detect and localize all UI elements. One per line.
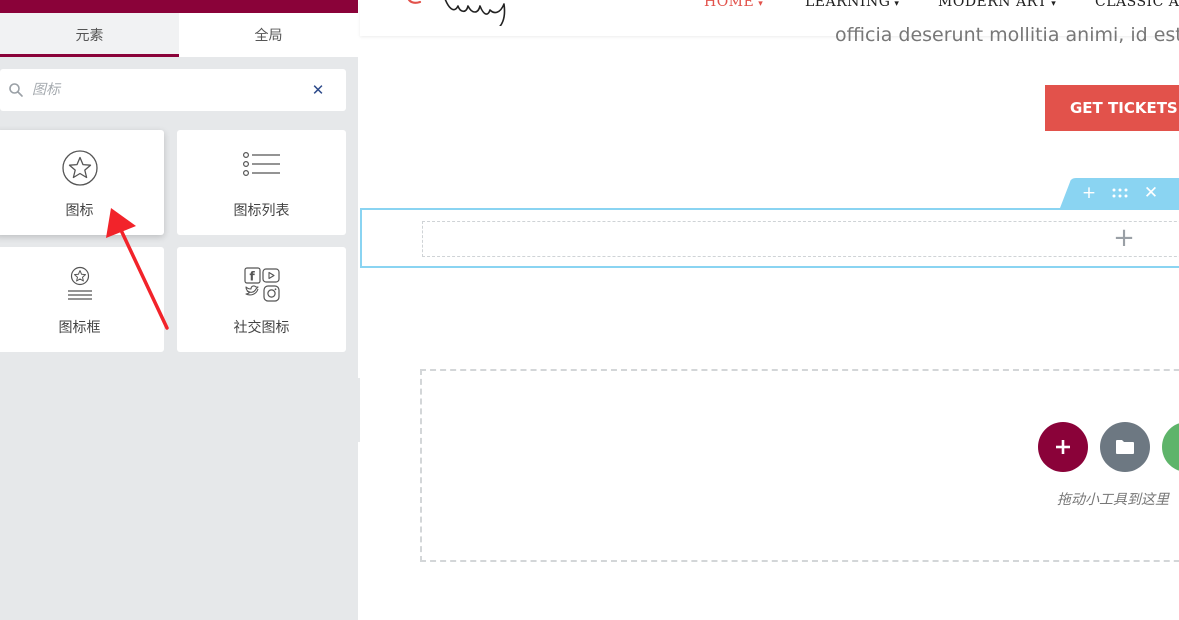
widget-label: 社交图标	[233, 320, 290, 336]
chevron-down-icon: ▾	[1051, 0, 1057, 9]
search-icon	[9, 83, 23, 97]
star-circle-icon	[61, 150, 98, 186]
get-tickets-button[interactable]: GET TICKETS	[1045, 85, 1179, 131]
delete-section-button[interactable]: ✕	[1140, 182, 1162, 204]
panel-header-bar	[0, 0, 358, 13]
nav-label: CLASSIC ART	[1095, 0, 1179, 10]
page-preview: HOME▾ LEARNING▾ MODERN ART▾ CLASSIC ART …	[360, 0, 1179, 620]
widget-panel: 元素 全局 ✕ 图标	[0, 0, 358, 620]
icon-box-icon	[67, 266, 92, 300]
add-widget-button[interactable]: +	[1111, 225, 1137, 251]
widget-social-icons[interactable]: f 社交图标	[177, 247, 346, 352]
widget-icon[interactable]: 图标	[0, 130, 164, 235]
nav-label: LEARNING	[805, 0, 891, 10]
widget-icon-box[interactable]: 图标框	[0, 247, 164, 352]
nav-home[interactable]: HOME ▾	[704, 0, 763, 10]
nav-label: HOME	[704, 0, 755, 10]
widget-label: 图标列表	[233, 203, 290, 219]
search-input[interactable]	[32, 69, 302, 111]
social-icons-icon: f	[243, 267, 280, 302]
list-icon	[242, 151, 280, 177]
hero-paragraph: officia deserunt mollitia animi, id est …	[835, 24, 1179, 46]
chevron-down-icon: ▾	[758, 0, 764, 9]
clear-search-button[interactable]: ✕	[308, 80, 328, 100]
editor-window: 元素 全局 ✕ 图标	[0, 0, 1179, 620]
selected-section[interactable]: +	[360, 208, 1179, 268]
add-section-dropzone[interactable]: 拖动小工具到这里	[420, 369, 1179, 562]
nav-modern-art[interactable]: MODERN ART ▾	[938, 0, 1056, 10]
drag-handle-icon[interactable]	[1109, 182, 1131, 204]
widget-icon-list[interactable]: 图标列表	[177, 130, 346, 235]
empty-column[interactable]: +	[422, 221, 1179, 257]
plus-icon	[1056, 440, 1070, 454]
section-handle: + ✕	[1060, 178, 1179, 208]
nav-label: MODERN ART	[938, 0, 1048, 10]
nav-classic-art[interactable]: CLASSIC ART	[1095, 0, 1179, 10]
add-new-section-button[interactable]	[1038, 422, 1088, 472]
widget-label: 图标框	[58, 320, 101, 336]
add-template-button[interactable]	[1100, 422, 1150, 472]
widget-search: ✕	[0, 69, 346, 111]
kit-library-button[interactable]	[1162, 422, 1179, 472]
svg-text:f: f	[249, 270, 255, 284]
tab-elements[interactable]: 元素	[0, 13, 179, 57]
dropzone-hint: 拖动小工具到这里	[1057, 492, 1169, 508]
site-logo	[407, 0, 506, 26]
folder-icon	[1116, 440, 1134, 454]
nav-learning[interactable]: LEARNING ▾	[805, 0, 899, 10]
widget-label: 图标	[65, 203, 94, 219]
tab-global[interactable]: 全局	[179, 13, 358, 57]
chevron-down-icon: ▾	[894, 0, 900, 9]
add-section-button[interactable]: +	[1078, 182, 1100, 204]
panel-tabs: 元素 全局	[0, 13, 358, 57]
